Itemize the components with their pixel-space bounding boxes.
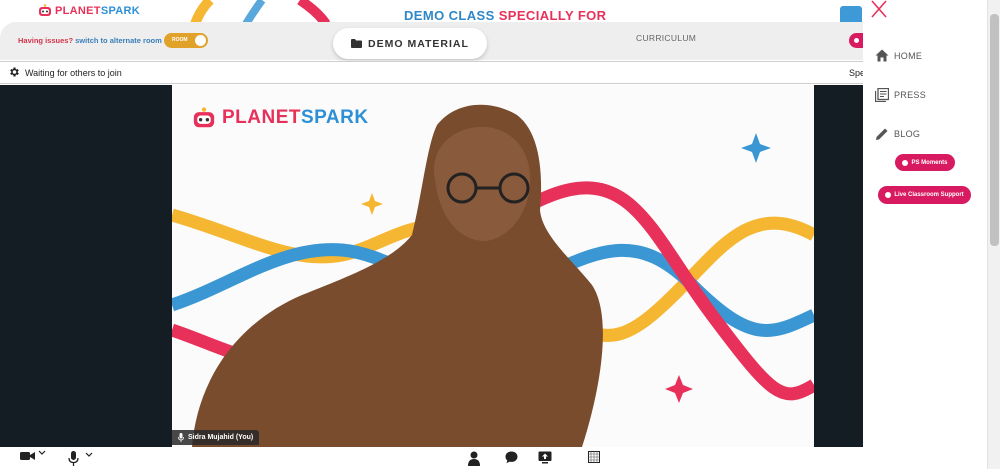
nav-label-home: HOME	[894, 50, 923, 61]
nav-label-press: PRESS	[894, 90, 927, 100]
chevron-down-icon[interactable]	[85, 452, 93, 458]
share-screen-button[interactable]	[538, 451, 552, 464]
ps-moments-label: PS Moments	[911, 159, 948, 166]
status-bar: Waiting for others to join Spe	[0, 61, 866, 84]
video-logo-planet: PLANET	[222, 107, 301, 128]
nav-item-blog[interactable]: BLOG	[875, 127, 920, 141]
folder-icon	[351, 39, 363, 48]
whiteboard-icon	[588, 451, 600, 463]
whiteboard-button[interactable]	[588, 451, 600, 463]
participants-button[interactable]	[468, 451, 480, 466]
demo-class-title: DEMO CLASS SPECIALLY FOR	[404, 8, 606, 23]
ps-moments-button[interactable]: PS Moments	[895, 154, 955, 171]
pencil-icon	[876, 128, 888, 140]
close-icon[interactable]	[871, 0, 887, 18]
microphone-button[interactable]	[68, 451, 93, 466]
gear-icon[interactable]	[8, 66, 20, 78]
chat-icon	[505, 451, 518, 464]
waiting-message: Waiting for others to join	[25, 68, 122, 78]
chevron-down-icon[interactable]	[38, 450, 46, 456]
video-camera-icon	[20, 452, 35, 460]
toggle-label: ROOM	[172, 37, 188, 43]
microphone-icon	[68, 451, 79, 466]
chat-button[interactable]	[505, 451, 518, 464]
person-icon	[468, 451, 480, 466]
curriculum-tab[interactable]: CURRICULUM	[636, 33, 696, 43]
robot-logo-icon	[39, 4, 51, 16]
demo-title-part2: SPECIALLY FOR	[498, 8, 607, 23]
logo-text-spark: SPARK	[100, 4, 141, 17]
side-navigation: HOME PRESS BLOG PS Moments Live Classroo…	[863, 0, 987, 469]
class-banner: Having issues? switch to alternate room …	[0, 22, 865, 60]
demo-title-part1: DEMO CLASS	[404, 8, 495, 23]
switch-room-link[interactable]: switch to alternate room	[75, 36, 162, 45]
video-background-art	[172, 104, 814, 447]
home-icon	[875, 49, 889, 62]
page-scrollbar[interactable]	[987, 0, 1000, 469]
issue-label: Having issues?	[18, 36, 74, 45]
participant-name-tag: Sidra Mujahid (You)	[172, 430, 260, 445]
issue-message: Having issues? switch to alternate room	[18, 36, 162, 45]
camera-button[interactable]	[20, 450, 46, 461]
live-support-label: Live Classroom Support	[894, 192, 964, 198]
video-logo-spark: SPARK	[301, 107, 369, 128]
meeting-toolbar	[0, 447, 866, 469]
ps-moments-icon	[902, 159, 909, 166]
scrollbar-thumb[interactable]	[990, 14, 999, 246]
nav-label-blog: BLOG	[894, 129, 921, 139]
nav-item-press[interactable]: PRESS	[875, 88, 926, 102]
alternate-room-toggle[interactable]: ROOM	[164, 33, 208, 48]
participant-video[interactable]: PLANET SPARK Sidra Mujahid (You)	[172, 85, 814, 447]
nav-item-home[interactable]: HOME	[875, 49, 922, 62]
top-header: PLANET SPARK DEMO CLASS SPECIALLY FOR	[0, 0, 1000, 26]
share-screen-icon	[538, 451, 552, 464]
app-root: PLANET SPARK DEMO CLASS SPECIALLY FOR Hav…	[0, 0, 1000, 469]
planetspark-logo[interactable]: PLANET SPARK	[38, 4, 140, 17]
live-dot-icon	[854, 38, 859, 43]
mic-icon	[178, 433, 184, 442]
video-planetspark-logo: PLANET SPARK	[192, 107, 369, 129]
live-support-icon	[885, 192, 892, 198]
demo-material-label: DEMO MATERIAL	[368, 37, 469, 50]
robot-logo-icon	[193, 107, 215, 128]
participant-name: Sidra Mujahid (You)	[188, 434, 254, 441]
demo-material-button[interactable]: DEMO MATERIAL	[333, 28, 487, 59]
live-classroom-support-button[interactable]: Live Classroom Support	[878, 186, 971, 204]
toggle-knob	[195, 35, 206, 46]
video-stage: PLANET SPARK Sidra Mujahid (You)	[0, 85, 863, 447]
newspaper-icon	[875, 88, 889, 102]
logo-text-planet: PLANET	[55, 4, 101, 17]
